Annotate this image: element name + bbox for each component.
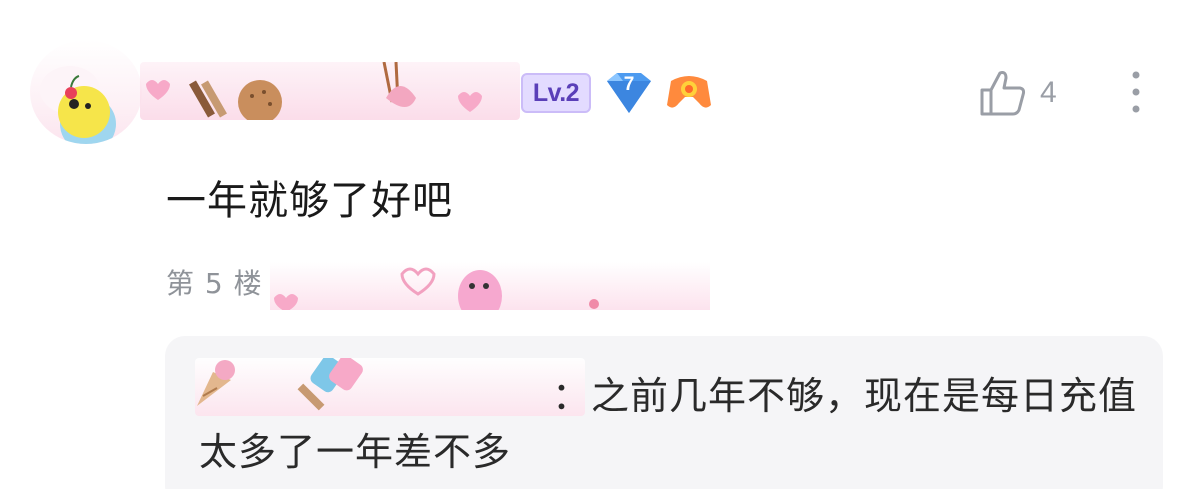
reply-preview[interactable]: ：之前几年不够，现在是每日充值 太多了一年差不多 [165, 336, 1163, 489]
diamond-level-number: 7 [623, 74, 635, 95]
diamond-badge-icon: 7 [603, 71, 655, 115]
avatar-image [40, 66, 116, 144]
more-vertical-icon[interactable] [1126, 70, 1146, 114]
reply-text-line1: 之前几年不够，现在是每日充值 [591, 374, 1138, 418]
comment-page: Lv.2 7 4 一年就够了好吧 第 5 楼 ：之前几年不够，现在是每日充值 太… [0, 0, 1200, 489]
floor-decoration [270, 262, 710, 322]
floor-label: 第 5 楼 [166, 267, 263, 300]
comment-body: 一年就够了好吧 [166, 178, 453, 224]
reply-separator: ： [551, 374, 591, 418]
like-count: 4 [1040, 76, 1057, 109]
username-banner[interactable] [140, 61, 520, 124]
username-decoration [146, 61, 482, 124]
thumbs-up-icon[interactable] [978, 68, 1028, 118]
game-badge-icon [665, 73, 713, 113]
reply-text: ：之前几年不够，现在是每日充值 太多了一年差不多 [199, 368, 1149, 480]
avatar[interactable] [30, 40, 142, 144]
reply-text-line2: 太多了一年差不多 [199, 430, 512, 474]
level-badge: Lv.2 [521, 73, 591, 113]
